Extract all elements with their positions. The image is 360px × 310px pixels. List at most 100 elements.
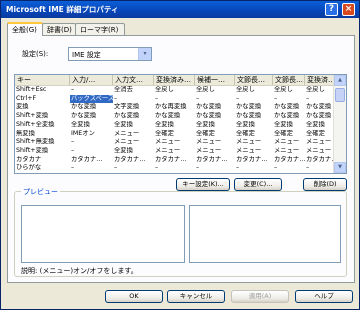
column-header[interactable]: 変換済…: [305, 75, 335, 85]
table-row[interactable]: Shift+変換 – 全変換 メニュー メニュー メニュー メニュー メニュー: [15, 147, 335, 155]
table-cell[interactable]: Shift+変換: [15, 112, 70, 120]
table-row[interactable]: Shift+無変換 – メニュー メニュー メニュー メニュー メニュー メニュー: [15, 138, 335, 146]
table-cell[interactable]: メニュー: [154, 147, 195, 155]
delete-button[interactable]: 削除(D): [303, 178, 347, 191]
table-cell[interactable]: メニュー: [273, 147, 305, 155]
table-cell[interactable]: かな変換: [235, 103, 273, 111]
table-cell[interactable]: メニュー: [154, 138, 195, 146]
table-cell[interactable]: メニュー: [235, 138, 273, 146]
table-cell[interactable]: 全変換: [70, 121, 113, 129]
column-header[interactable]: 入力文…: [113, 75, 154, 85]
scroll-thumb[interactable]: [335, 88, 345, 102]
table-cell[interactable]: かな変換: [70, 112, 113, 120]
table-cell[interactable]: 全変換: [113, 147, 154, 155]
table-cell[interactable]: 全変換: [305, 121, 335, 129]
table-cell[interactable]: Shift+変換: [15, 147, 70, 155]
table-row[interactable]: 変換 かな変換 文字変換 かな再変換 かな変換 かな変換 かな変換 かな変換: [15, 103, 335, 111]
help-button[interactable]: ヘルプ: [295, 290, 353, 303]
keyset-select[interactable]: IME 設定 ▾: [68, 47, 152, 61]
scroll-up-icon[interactable]: ▲: [334, 75, 346, 86]
tab-romaji[interactable]: ローマ字(R): [75, 23, 125, 35]
table-cell[interactable]: カタカナ…: [70, 156, 113, 164]
table-cell[interactable]: カタカナ…: [113, 156, 154, 164]
table-cell[interactable]: –: [305, 95, 335, 103]
table-cell[interactable]: 全確定: [273, 130, 305, 138]
scroll-down-icon[interactable]: ▼: [334, 162, 346, 173]
apply-button[interactable]: 適用(A): [231, 290, 289, 303]
table-cell[interactable]: –: [235, 95, 273, 103]
vertical-scrollbar[interactable]: ▲ ▼: [333, 75, 346, 173]
table-cell[interactable]: Ctrl+F: [15, 95, 70, 103]
tab-dictionary[interactable]: 辞書(D): [42, 23, 76, 35]
table-cell[interactable]: カタカナ…: [305, 156, 335, 164]
ok-button[interactable]: OK: [105, 290, 163, 303]
table-row[interactable]: Shift+変換 かな変換 かな変換 かな変換 かな変換 かな変換 かな変換 かな変換: [15, 112, 335, 120]
table-cell[interactable]: カタカナ: [15, 156, 70, 164]
table-cell[interactable]: IMEオン: [70, 130, 113, 138]
table-cell[interactable]: –: [154, 164, 195, 172]
table-cell[interactable]: かな変換: [273, 112, 305, 120]
table-cell[interactable]: –: [154, 95, 195, 103]
table-cell[interactable]: 全戻し: [273, 86, 305, 94]
table-cell[interactable]: カタカナ…: [195, 156, 235, 164]
table-cell[interactable]: カタカナ…: [273, 156, 305, 164]
table-cell[interactable]: 全確定: [305, 130, 335, 138]
table-cell[interactable]: 全確定: [154, 130, 195, 138]
column-header[interactable]: 候補一…: [195, 75, 235, 85]
table-cell[interactable]: かな変換: [195, 112, 235, 120]
help-icon[interactable]: ?: [325, 3, 338, 16]
table-cell[interactable]: かな変換: [113, 112, 154, 120]
table-cell[interactable]: メニュー: [305, 138, 335, 146]
table-cell[interactable]: 全変換: [154, 121, 195, 129]
tab-general[interactable]: 全般(G): [7, 22, 43, 36]
table-cell[interactable]: かな変換: [195, 103, 235, 111]
table-cell[interactable]: 全変換: [235, 121, 273, 129]
keyset-add-button[interactable]: キー設定(K)...: [176, 178, 230, 191]
table-cell[interactable]: 全変換: [113, 121, 154, 129]
table-cell[interactable]: –: [70, 86, 113, 94]
table-cell[interactable]: –: [273, 95, 305, 103]
table-cell[interactable]: メニュー: [113, 130, 154, 138]
table-cell[interactable]: 全変換: [273, 121, 305, 129]
table-cell[interactable]: –: [70, 138, 113, 146]
table-cell[interactable]: –: [235, 164, 273, 172]
table-cell[interactable]: 全消去: [113, 86, 154, 94]
table-cell[interactable]: –: [113, 95, 154, 103]
column-header[interactable]: 文節長…: [235, 75, 273, 85]
table-row[interactable]: Ctrl+F バックスペース – – – – – –: [15, 94, 335, 103]
column-header[interactable]: 変換済み…: [154, 75, 195, 85]
cancel-button[interactable]: キャンセル: [167, 290, 225, 303]
table-cell[interactable]: 全戻し: [305, 86, 335, 94]
table-row[interactable]: Shift+Esc – 全消去 全戻し 全戻し 全戻し 全戻し 全戻し: [15, 86, 335, 94]
change-button[interactable]: 変更(C)...: [234, 178, 282, 191]
table-cell[interactable]: –: [195, 164, 235, 172]
table-cell[interactable]: かな再変換: [154, 103, 195, 111]
table-cell[interactable]: 全確定: [235, 130, 273, 138]
table-cell[interactable]: –: [195, 95, 235, 103]
table-cell[interactable]: –: [70, 147, 113, 155]
table-cell[interactable]: –: [305, 164, 335, 172]
table-cell[interactable]: 全確定: [195, 130, 235, 138]
table-cell[interactable]: カタカナ…: [235, 156, 273, 164]
table-cell[interactable]: 全戻し: [235, 86, 273, 94]
table-cell[interactable]: かな変換: [273, 103, 305, 111]
table-cell[interactable]: Shift+Esc: [15, 86, 70, 94]
table-cell[interactable]: かな変換: [154, 112, 195, 120]
table-cell[interactable]: 全戻し: [195, 86, 235, 94]
table-cell[interactable]: –: [273, 164, 305, 172]
table-cell[interactable]: かな変換: [235, 112, 273, 120]
table-cell[interactable]: メニュー: [305, 147, 335, 155]
table-cell[interactable]: メニュー: [113, 138, 154, 146]
table-row[interactable]: カタカナ カタカナ… カタカナ… カタカナ… カタカナ… カタカナ… カタカナ… カタカナ…: [15, 156, 335, 164]
key-assignment-table[interactable]: キー 入力/… 入力文… 変換済み… 候補一… 文節長… 文節長… 変換済… Shift+Es…: [14, 74, 347, 174]
table-cell[interactable]: バックスペース: [70, 94, 113, 103]
table-cell[interactable]: ひらがな: [15, 164, 70, 172]
table-cell[interactable]: Shift+無変換: [15, 138, 70, 146]
table-cell[interactable]: メニュー: [195, 147, 235, 155]
column-header[interactable]: 文節長…: [273, 75, 305, 85]
table-row[interactable]: 無変換 IMEオン メニュー 全確定 全確定 全確定 全確定 全確定: [15, 130, 335, 138]
table-cell[interactable]: メニュー: [235, 147, 273, 155]
table-cell[interactable]: –: [113, 164, 154, 172]
table-cell[interactable]: 文字変換: [113, 103, 154, 111]
table-cell[interactable]: 全変換: [195, 121, 235, 129]
